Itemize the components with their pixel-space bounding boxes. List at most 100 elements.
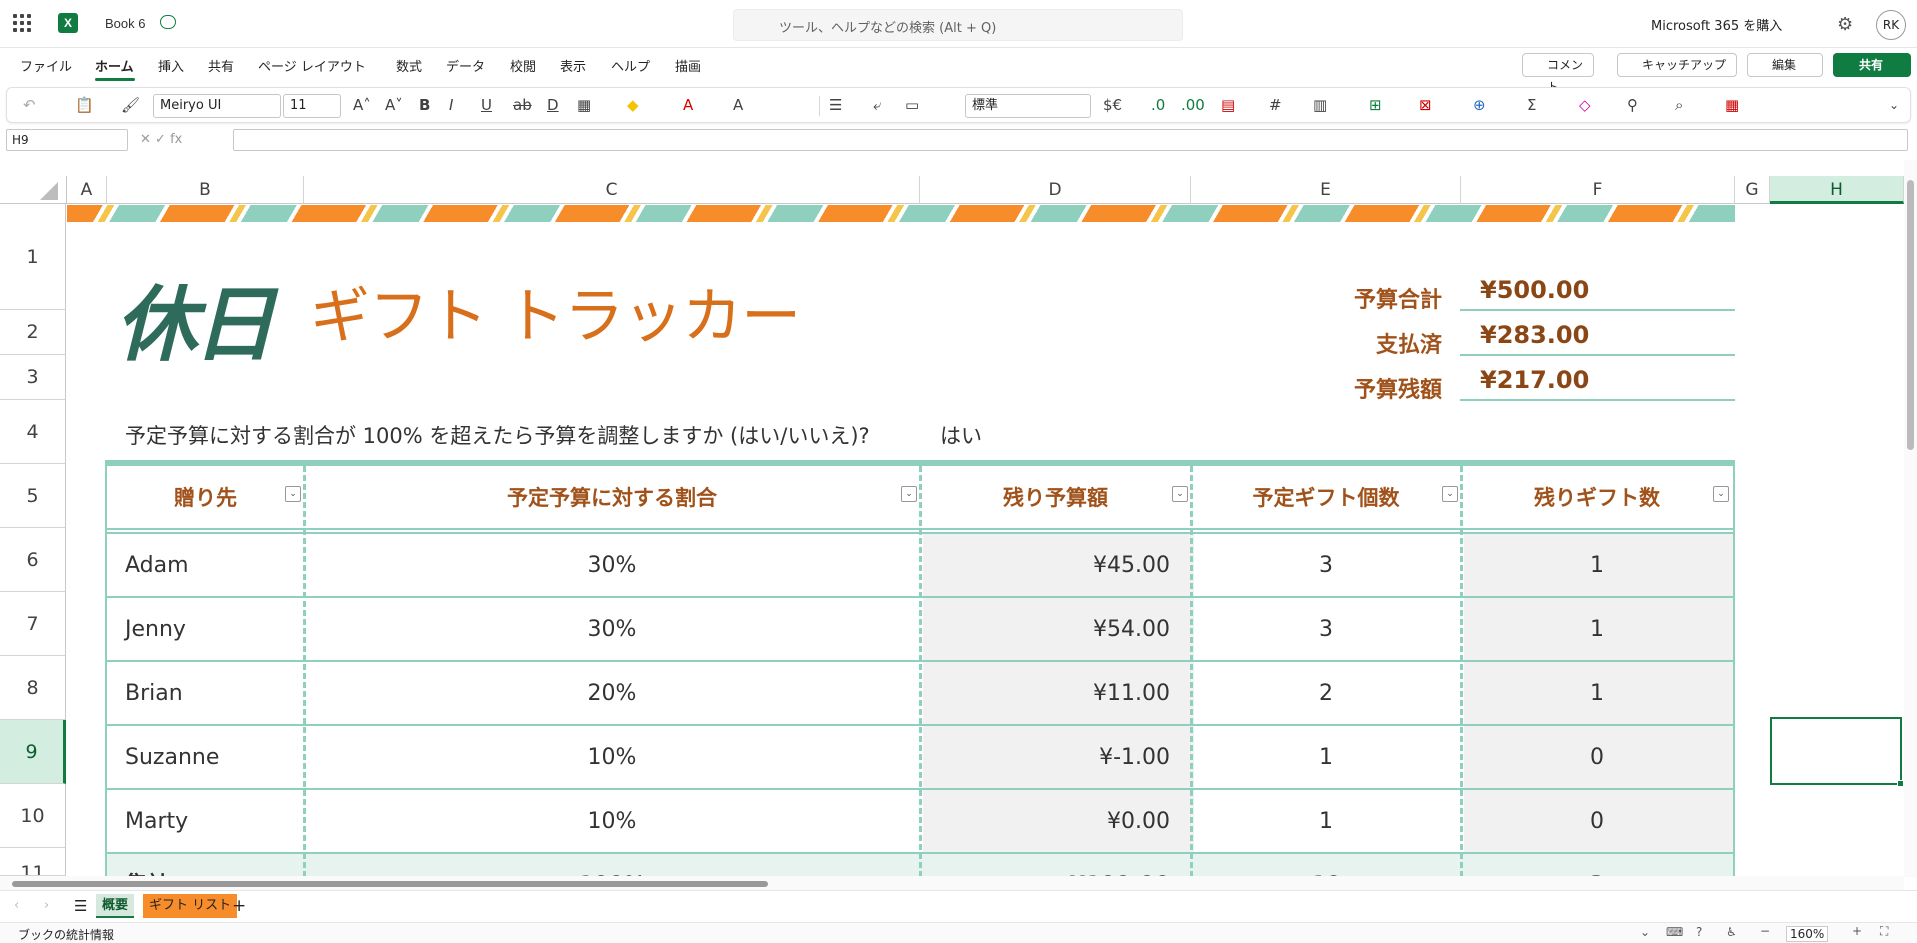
cell-remaining-gifts[interactable]: 1 [1461, 534, 1733, 598]
budget-paid-label[interactable]: 支払済 [1260, 327, 1442, 359]
find-icon[interactable]: ⌕ [1675, 95, 1683, 115]
fx-icon[interactable]: fx [170, 132, 182, 147]
cell-remaining-gifts[interactable]: 1 [1461, 662, 1733, 726]
col-header-a[interactable]: A [67, 176, 107, 204]
row-header-2[interactable]: 2 [0, 310, 66, 355]
cell-recipient[interactable]: Adam [125, 534, 189, 598]
header-planned-gifts[interactable]: 予定ギフト個数 [1191, 466, 1461, 530]
clear-icon[interactable]: ◇ [1579, 95, 1591, 115]
filter-dropdown-icon[interactable]: ⌄ [1713, 486, 1729, 502]
app-launcher-icon[interactable] [13, 14, 31, 32]
italic-icon[interactable]: I [449, 95, 453, 115]
row-header-6[interactable]: 6 [0, 528, 66, 592]
formula-input[interactable] [233, 129, 1908, 151]
cell-recipient[interactable]: Jenny [125, 598, 186, 662]
workbook-name[interactable]: Book 6 [105, 16, 145, 31]
undo-icon[interactable]: ↶ [23, 95, 36, 115]
sheet-title-sub[interactable]: ギフト トラッカー [310, 268, 801, 355]
cell-budget-percent[interactable]: 10% [304, 726, 920, 790]
increase-decimal-icon[interactable]: .0 [1151, 95, 1165, 115]
conditional-format-icon[interactable]: ▤ [1221, 95, 1235, 115]
cell-budget-percent[interactable]: 20% [304, 662, 920, 726]
text-effects-icon[interactable]: A [733, 95, 743, 115]
col-header-d[interactable]: D [920, 176, 1191, 204]
cell-planned-gifts[interactable]: 2 [1191, 662, 1461, 726]
filter-dropdown-icon[interactable]: ⌄ [1172, 486, 1188, 502]
budget-paid-value[interactable]: ¥283.00 [1460, 321, 1735, 356]
row-header-7[interactable]: 7 [0, 592, 66, 656]
row-header-8[interactable]: 8 [0, 656, 66, 720]
filter-dropdown-icon[interactable]: ⌄ [1442, 486, 1458, 502]
cell-recipient[interactable]: Brian [125, 662, 183, 726]
budget-total-label[interactable]: 予算合計 [1260, 282, 1442, 314]
vertical-scrollbar[interactable] [1904, 160, 1917, 877]
menu-data[interactable]: データ [446, 56, 485, 75]
cell-remaining-budget[interactable]: ¥54.00 [920, 598, 1170, 662]
decrease-decimal-icon[interactable]: .00 [1181, 95, 1205, 115]
col-header-e[interactable]: E [1191, 176, 1461, 204]
adjust-question[interactable]: 予定予算に対する割合が 100% を超えたら予算を調整しますか (はい/いいえ)… [125, 420, 870, 450]
add-sheet-icon[interactable]: + [226, 894, 252, 918]
vertical-scroll-thumb[interactable] [1907, 180, 1914, 450]
budget-remaining-label[interactable]: 予算残額 [1260, 372, 1442, 404]
cell-recipient[interactable]: Suzanne [125, 726, 219, 790]
next-sheet-icon[interactable]: › [38, 894, 55, 918]
header-remaining-budget[interactable]: 残り予算額 [920, 466, 1191, 530]
decrease-font-icon[interactable]: A˅ [385, 95, 403, 115]
zoom-in-icon[interactable]: + [1852, 924, 1862, 938]
menu-formulas[interactable]: 数式 [396, 56, 422, 75]
cell-planned-gifts[interactable]: 3 [1191, 534, 1461, 598]
cell-remaining-budget[interactable]: ¥0.00 [920, 790, 1170, 854]
number-format-select[interactable]: 標準 [965, 94, 1091, 118]
menu-page-layout[interactable]: ページ レイアウト [258, 56, 366, 75]
menu-help[interactable]: ヘルプ [611, 56, 650, 75]
prev-sheet-icon[interactable]: ‹ [8, 894, 25, 918]
insert-cells-icon[interactable]: ⊞ [1369, 95, 1382, 115]
keyboard-icon[interactable]: ⌨ [1666, 925, 1683, 939]
cell-budget-percent[interactable]: 30% [304, 534, 920, 598]
cell-remaining-budget[interactable]: ¥45.00 [920, 534, 1170, 598]
chevron-down-icon[interactable]: ⌄ [1640, 925, 1650, 939]
merge-icon[interactable]: ▭ [905, 95, 919, 115]
menu-view[interactable]: 表示 [560, 56, 586, 75]
gear-icon[interactable]: ⚙ [1837, 14, 1853, 35]
row-header-3[interactable]: 3 [0, 355, 66, 400]
filter-dropdown-icon[interactable]: ⌄ [285, 486, 301, 502]
paste-icon[interactable]: 📋 [75, 95, 94, 115]
format-table-icon[interactable]: # [1269, 95, 1282, 115]
name-box[interactable]: H9 [6, 129, 128, 151]
wrap-text-icon[interactable]: ⤶ [873, 95, 881, 115]
cell-planned-gifts[interactable]: 1 [1191, 726, 1461, 790]
menu-file[interactable]: ファイル [20, 56, 72, 75]
row-header-10[interactable]: 10 [0, 784, 66, 848]
row-header-5[interactable]: 5 [0, 464, 66, 528]
share-button[interactable]: 共有 [1833, 53, 1911, 77]
tab-gift-list[interactable]: ギフト リスト [143, 894, 238, 918]
format-painter-icon[interactable]: 🖌 [121, 95, 140, 115]
cell-remaining-gifts[interactable]: 0 [1461, 790, 1733, 854]
borders-icon[interactable]: ▦ [577, 95, 591, 115]
zoom-out-icon[interactable]: − [1760, 924, 1770, 938]
col-header-b[interactable]: B [107, 176, 304, 204]
budget-total-value[interactable]: ¥500.00 [1460, 276, 1735, 311]
header-remaining-gifts[interactable]: 残りギフト数 [1461, 466, 1733, 530]
row-header-1[interactable]: 1 [0, 204, 66, 310]
tab-overview[interactable]: 概要 [96, 894, 135, 918]
zoom-level[interactable]: 160% [1786, 926, 1829, 942]
edit-mode-button[interactable]: 編集 [1747, 53, 1823, 77]
cell-budget-percent[interactable]: 10% [304, 790, 920, 854]
cell-budget-percent[interactable]: 30% [304, 598, 920, 662]
currency-icon[interactable]: $€ [1103, 95, 1122, 115]
col-header-g[interactable]: G [1735, 176, 1770, 204]
buy-ms365-link[interactable]: Microsoft 365 を購入 [1651, 15, 1782, 34]
cell-remaining-gifts[interactable]: 0 [1461, 726, 1733, 790]
row-header-11[interactable]: 11 [0, 848, 66, 876]
accessibility-icon[interactable]: ♿ [1726, 925, 1737, 939]
all-sheets-icon[interactable]: ☰ [68, 894, 93, 918]
search-input[interactable]: ツール、ヘルプなどの検索 (Alt + Q) [733, 9, 1183, 41]
fill-color-icon[interactable]: ◆ [627, 95, 639, 115]
bold-icon[interactable]: B [419, 95, 430, 115]
row-header-4[interactable]: 4 [0, 400, 66, 464]
delete-cells-icon[interactable]: ⊠ [1419, 95, 1432, 115]
budget-remaining-value[interactable]: ¥217.00 [1460, 366, 1735, 401]
